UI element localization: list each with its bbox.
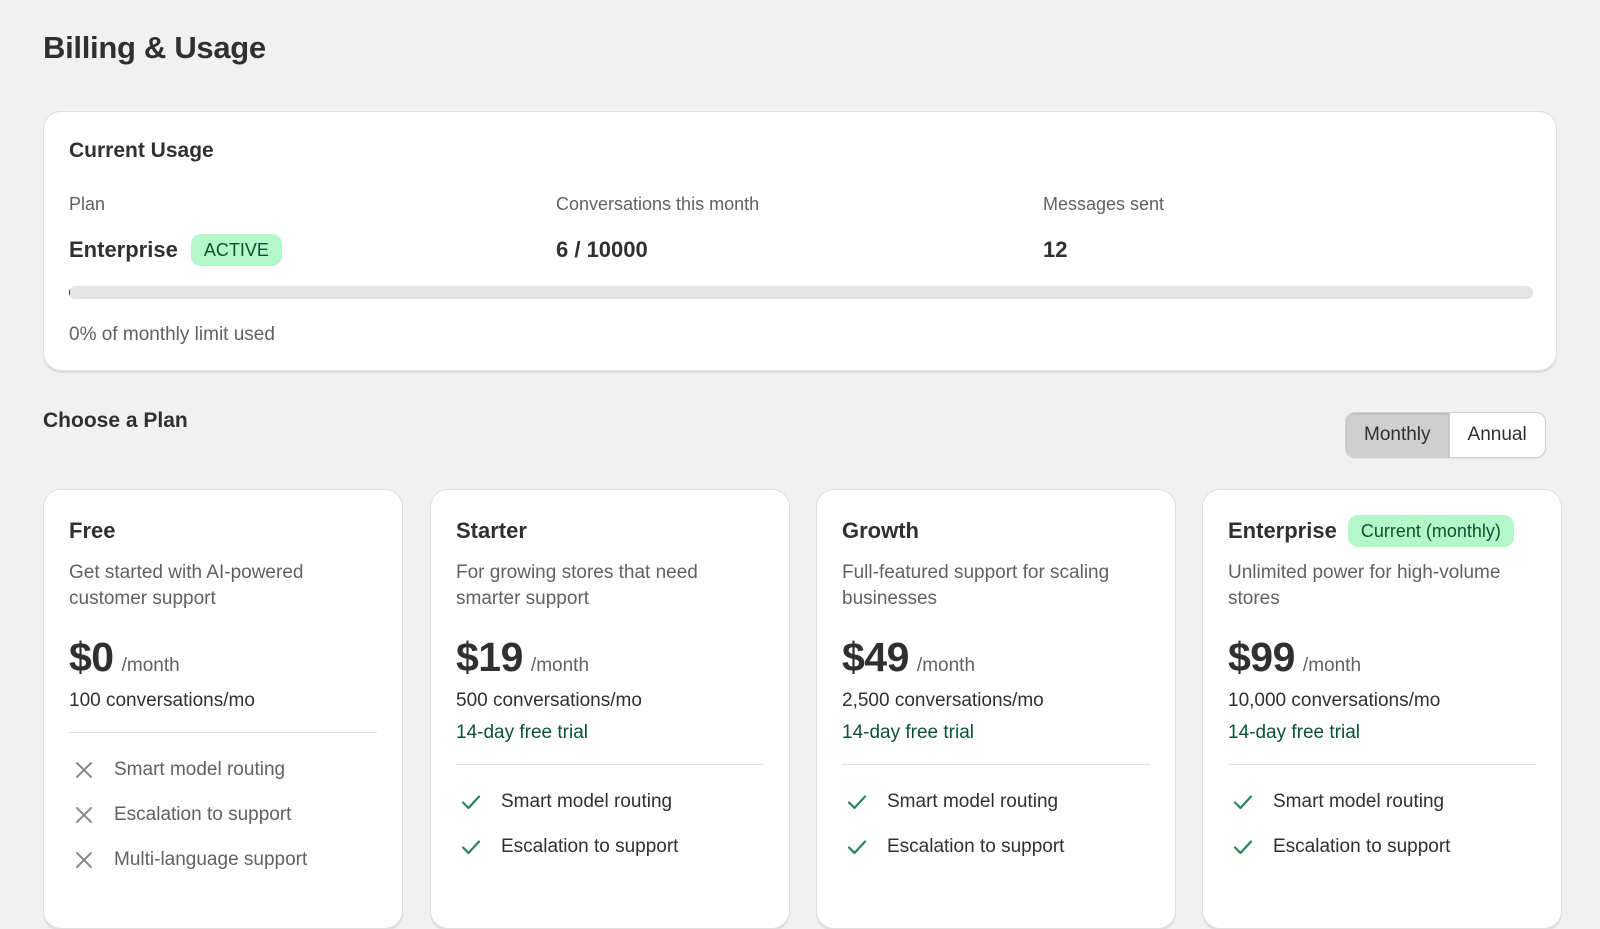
check-icon <box>846 836 868 858</box>
plan-quota: 2,500 conversations/mo <box>842 690 1044 711</box>
status-badge: ACTIVE <box>190 234 282 266</box>
conversations-stat: Conversations this month 6 / 10000 <box>556 192 759 267</box>
current-plan-badge: Current (monthly) <box>1347 515 1514 547</box>
feature-label: Multi-language support <box>114 848 308 870</box>
messages-value: 12 <box>1043 237 1068 262</box>
plan-stat: Plan Enterprise ACTIVE <box>69 192 282 267</box>
check-icon <box>460 791 482 813</box>
plan-price: $19 <box>456 634 523 680</box>
feature-label: Escalation to support <box>1273 835 1451 857</box>
plan-name: Growth <box>842 518 919 543</box>
plan-name: Starter <box>456 518 527 543</box>
page-title: Billing & Usage <box>43 30 266 65</box>
feature-list: Smart model routing Escalation to support… <box>69 747 377 882</box>
plan-description: Unlimited power for high-volume stores <box>1228 562 1501 609</box>
toggle-monthly[interactable]: Monthly <box>1346 413 1449 457</box>
price-period: /month <box>121 655 180 676</box>
toggle-annual[interactable]: Annual <box>1448 413 1545 457</box>
plan-quota: 500 conversations/mo <box>456 690 642 711</box>
plan-price: $49 <box>842 634 909 680</box>
price-period: /month <box>530 655 590 676</box>
messages-stat: Messages sent 12 <box>1043 192 1164 267</box>
feature-list: Smart model routing Escalation to support <box>1228 779 1536 869</box>
conversations-label: Conversations this month <box>556 194 760 214</box>
feature-item: Smart model routing <box>69 747 377 792</box>
plan-description: Full-featured support for scaling busine… <box>842 562 1110 609</box>
current-usage-card: Current Usage Plan Enterprise ACTIVE Con… <box>43 111 1557 371</box>
divider <box>842 764 1150 765</box>
plan-description: Get started with AI-powered customer sup… <box>69 562 304 609</box>
x-icon <box>73 759 95 781</box>
price-period: /month <box>1302 655 1362 676</box>
check-icon <box>1232 791 1254 813</box>
plan-quota: 100 conversations/mo <box>69 690 255 711</box>
plan-price: $99 <box>1228 634 1295 680</box>
feature-item: Multi-language support <box>69 837 377 882</box>
divider <box>456 764 764 765</box>
x-icon <box>73 849 95 871</box>
divider <box>1228 764 1536 765</box>
x-icon <box>73 804 95 826</box>
plan-description: For growing stores that need smarter sup… <box>456 562 698 609</box>
messages-label: Messages sent <box>1043 194 1165 214</box>
feature-label: Escalation to support <box>114 803 292 825</box>
usage-progress-fill <box>69 286 70 299</box>
billing-period-toggle: Monthly Annual <box>1345 412 1546 458</box>
price-period: /month <box>916 655 976 676</box>
usage-progress-bar <box>69 286 1533 299</box>
plan-quota: 10,000 conversations/mo <box>1228 690 1441 711</box>
feature-label: Smart model routing <box>1273 790 1445 812</box>
usage-note: 0% of monthly limit used <box>69 324 275 345</box>
plan-card-starter[interactable]: Starter For growing stores that need smar… <box>430 489 790 929</box>
feature-label: Smart model routing <box>501 790 673 812</box>
check-icon <box>846 791 868 813</box>
feature-label: Escalation to support <box>501 835 679 857</box>
feature-item: Escalation to support <box>1228 824 1536 869</box>
divider <box>69 732 377 733</box>
free-trial-note: 14-day free trial <box>456 722 589 743</box>
feature-item: Smart model routing <box>842 779 1150 824</box>
feature-item: Escalation to support <box>456 824 764 869</box>
free-trial-note: 14-day free trial <box>1228 722 1361 743</box>
plan-value: Enterprise <box>69 237 178 262</box>
plan-price: $0 <box>69 634 114 680</box>
plan-card-growth[interactable]: Growth Full-featured support for scaling … <box>816 489 1176 929</box>
current-usage-title: Current Usage <box>69 139 214 162</box>
free-trial-note: 14-day free trial <box>842 722 975 743</box>
plan-name: Enterprise <box>1228 518 1337 543</box>
plan-card-free[interactable]: Free Get started with AI-powered customer… <box>43 489 403 929</box>
plan-card-enterprise[interactable]: Enterprise Current (monthly) Unlimited pow… <box>1202 489 1562 929</box>
feature-item: Escalation to support <box>842 824 1150 869</box>
feature-item: Escalation to support <box>69 792 377 837</box>
plan-label: Plan <box>69 194 106 214</box>
conversations-value: 6 / 10000 <box>556 237 648 262</box>
choose-plan-title: Choose a Plan <box>43 409 188 432</box>
feature-label: Escalation to support <box>887 835 1065 857</box>
feature-item: Smart model routing <box>456 779 764 824</box>
feature-item: Smart model routing <box>1228 779 1536 824</box>
feature-label: Smart model routing <box>114 758 286 780</box>
check-icon <box>1232 836 1254 858</box>
plan-name: Free <box>69 518 116 543</box>
feature-label: Smart model routing <box>887 790 1059 812</box>
feature-list: Smart model routing Escalation to support <box>842 779 1150 869</box>
check-icon <box>460 836 482 858</box>
feature-list: Smart model routing Escalation to support <box>456 779 764 869</box>
